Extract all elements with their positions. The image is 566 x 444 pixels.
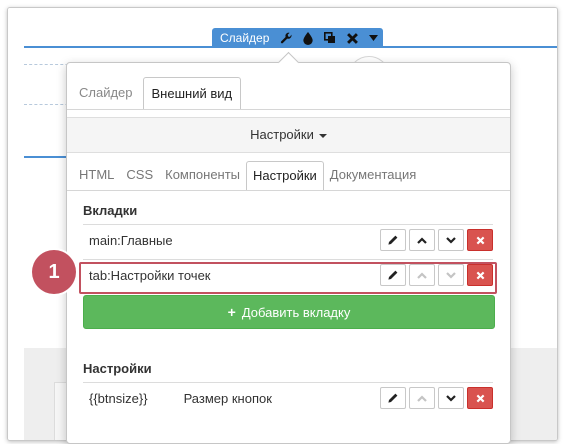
close-icon[interactable] <box>341 28 363 48</box>
pencil-icon <box>388 235 398 245</box>
inner-tabs: HTML CSS Компоненты Настройки Документац… <box>73 161 422 191</box>
tab-appearance[interactable]: Внешний вид <box>142 77 242 110</box>
tab-documentation[interactable]: Документация <box>324 161 423 189</box>
top-tabs: Слайдер Внешний вид <box>71 77 242 110</box>
component-toolbar: Слайдер <box>212 28 384 48</box>
tabs-divider <box>67 190 510 191</box>
chevron-up-icon <box>417 394 427 402</box>
chevron-down-icon <box>446 394 456 402</box>
edit-button[interactable] <box>380 229 406 251</box>
highlight-box <box>79 262 497 294</box>
move-down-button[interactable] <box>438 387 464 409</box>
pencil-icon <box>388 393 398 403</box>
add-tab-button[interactable]: + Добавить вкладку <box>83 295 495 329</box>
tab-components[interactable]: Компоненты <box>159 161 246 189</box>
setting-label: Размер кнопок <box>183 390 272 406</box>
move-up-button[interactable] <box>409 387 435 409</box>
move-up-button[interactable] <box>409 229 435 251</box>
list-item: main:Главные <box>83 224 493 255</box>
add-tab-label: Добавить вкладку <box>241 304 351 320</box>
setting-key: {{btnsize}} <box>89 390 148 406</box>
tab-html[interactable]: HTML <box>73 161 120 189</box>
caret-down-icon <box>318 133 327 138</box>
callout-marker: 1 <box>32 250 76 294</box>
chevron-down-icon <box>446 236 456 244</box>
list-item: {{btnsize}} Размер кнопок <box>83 382 493 413</box>
tabs-divider <box>67 109 510 110</box>
settings-dropdown[interactable]: Настройки <box>67 117 510 153</box>
tab-css[interactable]: CSS <box>120 161 159 189</box>
close-icon <box>476 236 484 244</box>
delete-button[interactable] <box>467 229 493 251</box>
drop-icon[interactable] <box>297 28 319 48</box>
tab-settings[interactable]: Настройки <box>246 161 324 191</box>
tab-slider[interactable]: Слайдер <box>71 77 141 109</box>
tab-item-name: main:Главные <box>89 232 173 248</box>
edit-button[interactable] <box>380 387 406 409</box>
plus-icon: + <box>227 304 236 320</box>
move-down-button[interactable] <box>438 229 464 251</box>
settings-dropdown-label: Настройки <box>250 127 314 142</box>
toolbar-label[interactable]: Слайдер <box>212 31 275 45</box>
wrench-icon[interactable] <box>275 28 297 48</box>
chevron-up-icon <box>417 236 427 244</box>
section-title-tabs: Вкладки <box>83 203 138 218</box>
delete-button[interactable] <box>467 387 493 409</box>
section-title-settings: Настройки <box>83 361 152 376</box>
settings-popup: Слайдер Внешний вид Настройки HTML CSS К… <box>66 51 511 444</box>
close-icon <box>476 394 484 402</box>
caret-down-icon[interactable] <box>363 28 383 48</box>
copy-icon[interactable] <box>319 28 341 48</box>
